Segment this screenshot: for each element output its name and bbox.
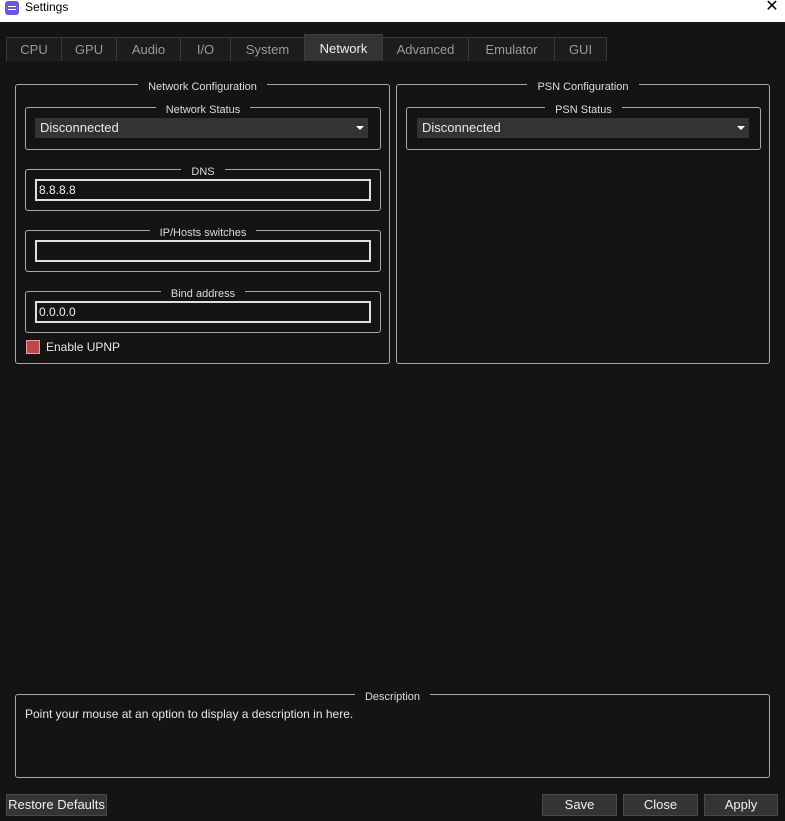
close-window-icon[interactable]: ✕ — [763, 0, 781, 16]
window-title: Settings — [25, 0, 69, 14]
tab-cpu[interactable]: CPU — [6, 37, 62, 61]
description-text: Point your mouse at an option to display… — [25, 707, 354, 721]
psn-status-group: PSN Status Disconnected — [406, 104, 761, 150]
description-title: Description — [354, 691, 431, 703]
save-button[interactable]: Save — [542, 794, 617, 816]
psn-status-select[interactable]: Disconnected — [417, 118, 749, 138]
network-status-title: Network Status — [155, 104, 251, 116]
tab-io[interactable]: I/O — [180, 37, 231, 61]
psn-status-value: Disconnected — [422, 120, 501, 135]
close-button[interactable]: Close — [623, 794, 698, 816]
title-bar: Settings ✕ — [0, 0, 785, 22]
dns-title: DNS — [181, 166, 225, 178]
network-status-value: Disconnected — [40, 120, 119, 135]
dropdown-arrow-icon — [737, 126, 745, 130]
restore-defaults-button[interactable]: Restore Defaults — [6, 794, 107, 816]
tab-emulator[interactable]: Emulator — [468, 37, 555, 61]
enable-upnp-label: Enable UPNP — [46, 340, 121, 354]
network-status-group: Network Status Disconnected — [25, 104, 381, 150]
psn-config-title: PSN Configuration — [527, 81, 639, 93]
tab-gui[interactable]: GUI — [554, 37, 607, 61]
tab-advanced[interactable]: Advanced — [382, 37, 469, 61]
network-status-select[interactable]: Disconnected — [35, 118, 368, 138]
bind-address-group: Bind address 0.0.0.0 — [25, 288, 381, 333]
dns-group: DNS 8.8.8.8 — [25, 166, 381, 211]
ip-hosts-group: IP/Hosts switches — [25, 227, 381, 272]
ip-hosts-title: IP/Hosts switches — [149, 227, 257, 239]
tab-gpu[interactable]: GPU — [61, 37, 117, 61]
network-config-title: Network Configuration — [138, 81, 267, 93]
dns-input[interactable]: 8.8.8.8 — [35, 179, 371, 201]
description-group: Description Point your mouse at an optio… — [15, 691, 770, 778]
psn-config-group: PSN Configuration PSN Status Disconnecte… — [396, 81, 770, 364]
psn-status-title: PSN Status — [545, 104, 622, 116]
ip-hosts-input[interactable] — [35, 240, 371, 262]
enable-upnp-checkbox[interactable] — [26, 340, 40, 354]
tab-system[interactable]: System — [230, 37, 305, 61]
network-config-group: Network Configuration Network Status Dis… — [15, 81, 390, 364]
bind-address-input[interactable]: 0.0.0.0 — [35, 301, 371, 323]
tab-network[interactable]: Network — [304, 34, 383, 61]
app-icon — [5, 1, 19, 15]
apply-button[interactable]: Apply — [704, 794, 778, 816]
dropdown-arrow-icon — [356, 126, 364, 130]
tab-audio[interactable]: Audio — [116, 37, 181, 61]
bind-address-title: Bind address — [160, 288, 246, 300]
